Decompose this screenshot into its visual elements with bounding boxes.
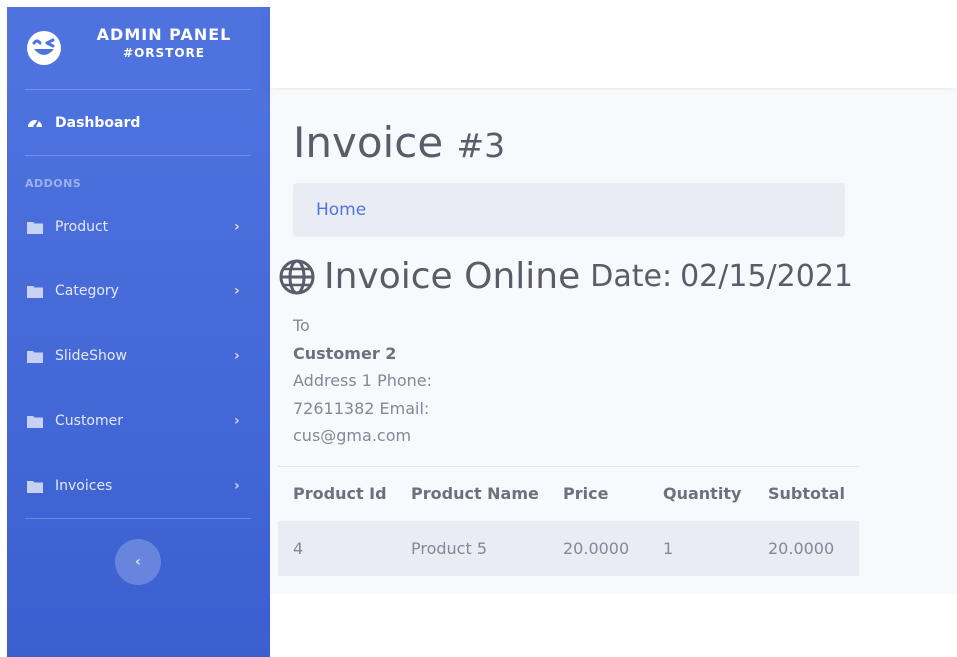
sidebar-item-label: Product xyxy=(55,219,109,235)
breadcrumb-home-link[interactable]: Home xyxy=(316,200,366,220)
sidebar-item-category[interactable]: Category › xyxy=(7,271,270,311)
folder-icon xyxy=(27,478,43,494)
chevron-right-icon: › xyxy=(234,283,240,299)
brand-text: ADMIN PANEL #ORSTORE xyxy=(69,25,259,61)
globe-icon xyxy=(278,258,316,296)
page-title: Invoice #3 xyxy=(293,118,505,167)
column-header-product-id: Product Id xyxy=(278,466,396,521)
invoice-number: #3 xyxy=(456,126,506,165)
to-label: To xyxy=(293,316,310,335)
phone-line: 72611382 Email: xyxy=(293,398,430,418)
cell-quantity: 1 xyxy=(648,520,753,576)
brand-subtitle: #ORSTORE xyxy=(123,46,205,60)
sidebar-item-slideshow[interactable]: SlideShow › xyxy=(7,336,270,376)
sidebar-toggle-button[interactable]: ‹ xyxy=(115,539,161,585)
invoice-table: Product Id Product Name Price Quantity S… xyxy=(278,466,859,576)
sidebar-item-invoices[interactable]: Invoices › xyxy=(7,466,270,506)
folder-icon xyxy=(27,348,43,364)
sidebar-heading: ADDONS xyxy=(25,177,82,190)
invoice-date: 02/15/2021 xyxy=(680,259,854,294)
table-header-row: Product Id Product Name Price Quantity S… xyxy=(278,466,859,521)
sidebar-divider xyxy=(25,89,251,90)
cell-product-name: Product 5 xyxy=(396,520,548,576)
sidebar-item-label: SlideShow xyxy=(55,348,127,364)
sidebar-item-label: Category xyxy=(55,283,119,299)
breadcrumb: Home xyxy=(293,183,845,237)
table-row: 4 Product 5 20.0000 1 20.0000 xyxy=(278,520,859,576)
folder-icon xyxy=(27,219,43,235)
column-header-product-name: Product Name xyxy=(396,466,548,521)
sidebar-item-product[interactable]: Product › xyxy=(7,207,270,247)
sidebar-item-label: Customer xyxy=(55,413,124,429)
chevron-right-icon: › xyxy=(234,219,240,235)
page-title-text: Invoice xyxy=(293,118,444,167)
tachometer-icon xyxy=(27,115,43,131)
laugh-wink-icon xyxy=(25,29,63,67)
address-line: Address 1 Phone: xyxy=(293,371,433,390)
cell-price: 20.0000 xyxy=(548,520,648,576)
invoice-online-title: Invoice Online xyxy=(324,256,581,297)
column-header-price: Price xyxy=(548,466,648,521)
brand-title: ADMIN PANEL xyxy=(96,25,232,44)
sidebar-brand[interactable]: ADMIN PANEL #ORSTORE xyxy=(7,7,270,89)
customer-address: To Customer 2 Address 1 Phone: 72611382 … xyxy=(293,312,493,450)
column-header-subtotal: Subtotal xyxy=(753,466,859,521)
chevron-right-icon: › xyxy=(234,478,240,494)
sidebar-divider xyxy=(25,518,251,519)
date-label: Date: xyxy=(590,259,673,294)
cell-subtotal: 20.0000 xyxy=(753,520,859,576)
topbar xyxy=(270,0,957,88)
chevron-left-icon: ‹ xyxy=(135,554,141,570)
chevron-right-icon: › xyxy=(234,413,240,429)
sidebar-item-label: Dashboard xyxy=(55,115,141,131)
column-header-quantity: Quantity xyxy=(648,466,753,521)
chevron-right-icon: › xyxy=(234,348,240,364)
folder-icon xyxy=(27,413,43,429)
sidebar-divider xyxy=(25,155,251,156)
sidebar-item-label: Invoices xyxy=(55,478,113,494)
folder-icon xyxy=(27,283,43,299)
invoice-heading: Invoice Online Date: 02/15/2021 xyxy=(278,256,853,297)
cell-product-id: 4 xyxy=(278,520,396,576)
sidebar: ADMIN PANEL #ORSTORE Dashboard ADDONS Pr… xyxy=(7,7,270,657)
sidebar-item-dashboard[interactable]: Dashboard xyxy=(7,103,270,143)
email-line: cus@gma.com xyxy=(293,426,412,445)
sidebar-item-customer[interactable]: Customer › xyxy=(7,401,270,441)
customer-name: Customer 2 xyxy=(293,343,397,363)
